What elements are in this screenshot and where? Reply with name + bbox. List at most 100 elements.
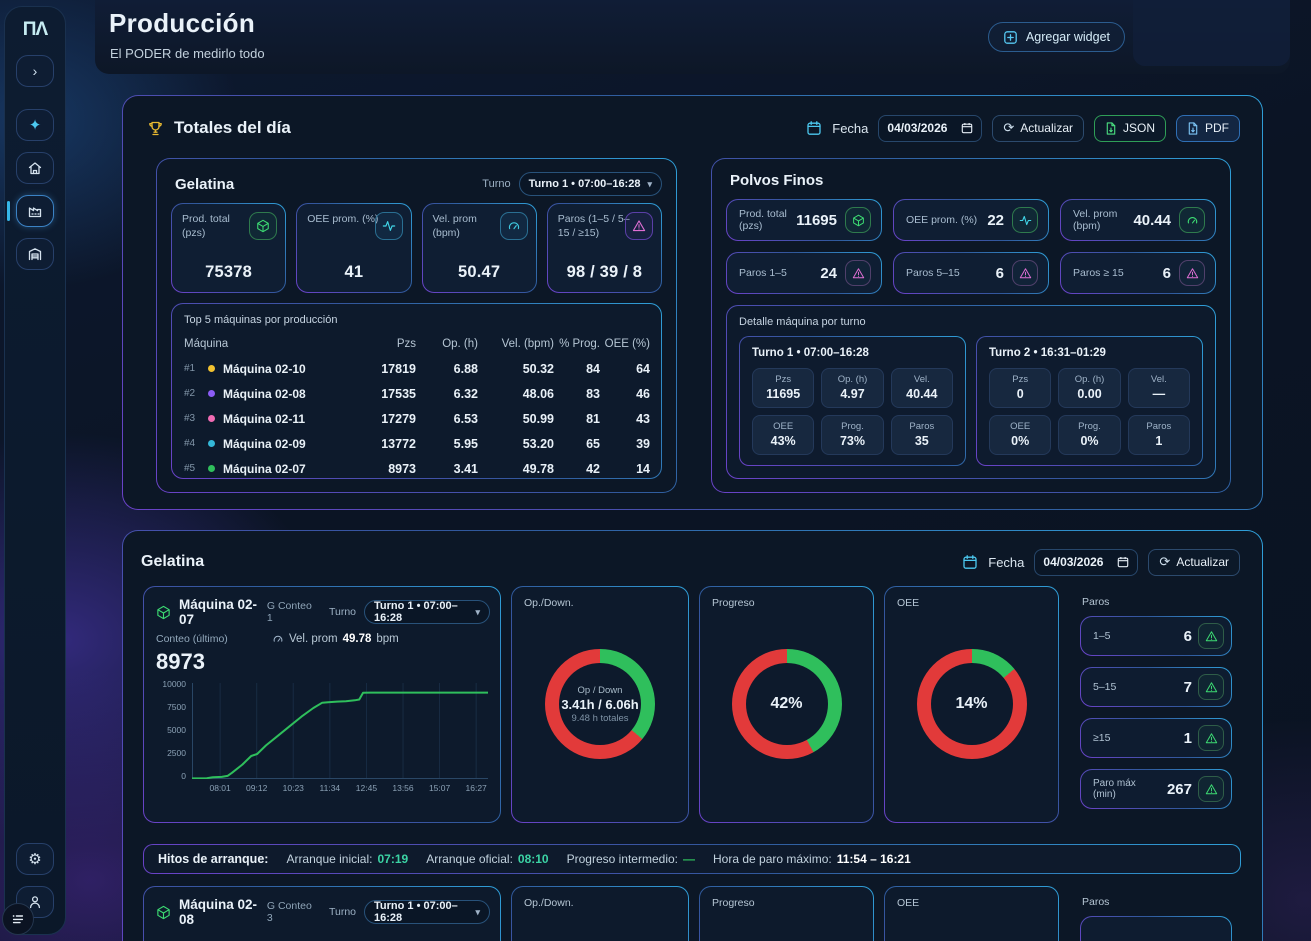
refresh-icon: ⟳ — [1159, 554, 1170, 570]
kpi-oee: OEE prom. (%) 41 — [296, 203, 411, 293]
oee-donut: 14% — [917, 649, 1027, 759]
warning-icon — [1198, 776, 1224, 802]
chart-x-axis: 08:0109:1210:2311:3412:4513:5615:0716:27 — [192, 783, 488, 795]
kpi-vel-prom: Vel. prom (bpm) 50.47 — [422, 203, 537, 293]
machine-name: Máquina 02-07 — [179, 597, 259, 627]
table-row: #4Máquina 02-09 — [184, 431, 342, 456]
hito-arranque-inicial: Arranque inicial: 07:19 — [286, 852, 408, 866]
app-logo: ΠΛ — [23, 19, 47, 41]
json-export-button[interactable]: JSON — [1094, 115, 1166, 142]
factory-icon — [27, 203, 43, 219]
paro-row-15: ≥15 1 — [1080, 718, 1232, 758]
sidebar-item-ai[interactable]: ✦ — [16, 109, 54, 141]
kpi-paros-1-5: Paros 1–5 24 — [726, 252, 882, 294]
turno-select-value: Turno 1 • 07:00–16:28 — [374, 900, 468, 924]
gelatina-panel-title: Gelatina — [141, 553, 204, 571]
oee-card: OEE 14% — [884, 586, 1059, 823]
kpi-paros-5-15: Paros 5–15 6 — [893, 252, 1049, 294]
production-line-chart: 100007500500025000 08:0109:1210:2311:341… — [154, 683, 488, 801]
top5-table-card: Top 5 máquinas por producción Máquina Pz… — [171, 303, 662, 479]
actualizar-label: Actualizar — [1176, 555, 1229, 569]
progreso-card: Progreso 42% — [699, 586, 874, 823]
machine-counter: G Conteo 1 — [267, 600, 313, 624]
turno-select-value: Turno 1 • 07:00–16:28 — [529, 178, 641, 190]
warning-icon — [625, 212, 653, 240]
turno-label: Turno — [482, 178, 510, 190]
sparkles-icon: ✦ — [29, 116, 42, 134]
table-row: #1Máquina 02-10 — [184, 356, 342, 381]
actualizar-button[interactable]: ⟳ Actualizar — [992, 115, 1084, 142]
totales-panel: Totales del día Fecha 04/03/2026 ⟳ — [122, 95, 1263, 510]
paros-card: Paros — [1078, 886, 1234, 941]
table-row: #3Máquina 02-11 — [184, 406, 342, 431]
fecha-label: Fecha — [988, 555, 1024, 570]
gelatina-kpi-row: Prod. total (pzs) 75378 OEE prom. (%) 41 — [171, 203, 662, 293]
turno-select[interactable]: Turno 1 • 07:00–16:28 ▾ — [364, 900, 490, 924]
header-ghost-panel — [1133, 0, 1290, 66]
op-down-card: Op./Down. Op / Down 3.41h / 6.06h 9.48 h… — [511, 586, 689, 823]
gauge-icon — [1179, 207, 1205, 233]
turno-label: Turno — [329, 906, 356, 918]
top5-table: Máquina Pzs Op. (h) Vel. (bpm) % Prog. O… — [184, 331, 649, 481]
hito-progreso-intermedio: Progreso intermedio: — — [567, 852, 695, 866]
file-down-icon — [1105, 122, 1117, 135]
date-input[interactable]: 04/03/2026 — [878, 115, 982, 142]
paro-row-5-15: 5–15 7 — [1080, 667, 1232, 707]
pdf-export-button[interactable]: PDF — [1176, 115, 1240, 142]
sidebar-item-settings[interactable]: ⚙ — [16, 843, 54, 875]
sidebar-collapse-button[interactable]: › — [16, 55, 54, 87]
activity-icon — [375, 212, 403, 240]
vel-prom-label: Vel. prom 49.78 bpm — [272, 633, 399, 645]
detalle-turno-card: Detalle máquina por turno Turno 1 • 07:0… — [726, 305, 1216, 479]
op-down-donut: Op / Down 3.41h / 6.06h 9.48 h totales — [545, 649, 655, 759]
sidebar: ΠΛ › ✦ — [4, 6, 66, 935]
calendar-icon — [806, 120, 822, 136]
kpi-vel-prom: Vel. prom (bpm) 40.44 — [1060, 199, 1216, 241]
machine-row: Máquina 02-08 G Conteo 3 Turno Turno 1 •… — [123, 886, 1262, 941]
table-row: #2Máquina 02-08 — [184, 381, 342, 406]
oee-card: OEE — [884, 886, 1059, 941]
sidebar-item-production[interactable] — [16, 195, 54, 227]
kpi-paros-15: Paros ≥ 15 6 — [1060, 252, 1216, 294]
date-input[interactable]: 04/03/2026 — [1034, 549, 1138, 576]
turno-label: Turno — [329, 606, 356, 618]
machine-card-02-08: Máquina 02-08 G Conteo 3 Turno Turno 1 •… — [143, 886, 501, 941]
sidebar-item-warehouse[interactable] — [16, 238, 54, 270]
pdf-label: PDF — [1205, 121, 1229, 135]
cube-icon — [845, 207, 871, 233]
actualizar-button[interactable]: ⟳ Actualizar — [1148, 549, 1240, 576]
polvos-title: Polvos Finos — [730, 172, 823, 189]
warning-icon — [1198, 674, 1224, 700]
paro-row-1-5: 1–5 6 — [1080, 616, 1232, 656]
series-dot — [208, 365, 215, 372]
turno-2-card: Turno 2 • 16:31–01:29 Pzs0 Op. (h)0.00 V… — [976, 336, 1203, 466]
op-down-card: Op./Down. — [511, 886, 689, 941]
quick-notes-button[interactable] — [2, 903, 34, 935]
sidebar-item-home[interactable] — [16, 152, 54, 184]
warning-icon — [845, 260, 871, 286]
gelatina-totales-card: Gelatina Turno Turno 1 • 07:00–16:28 ▾ P… — [156, 158, 677, 493]
turno-select[interactable]: Turno 1 • 07:00–16:28 ▾ — [364, 600, 490, 624]
cube-icon — [249, 212, 277, 240]
machine-name: Máquina 02-08 — [179, 897, 259, 927]
warning-icon — [1179, 260, 1205, 286]
fecha-label: Fecha — [832, 121, 868, 136]
chevron-down-icon: ▾ — [475, 907, 480, 918]
chevron-right-icon: › — [33, 63, 38, 79]
turno-select[interactable]: Turno 1 • 07:00–16:28 ▾ — [519, 172, 662, 196]
paro-row — [1080, 916, 1232, 941]
page-header: Producción El PODER de medirlo todo Agre… — [95, 0, 1290, 74]
hitos-bar: Hitos de arranque: Arranque inicial: 07:… — [143, 844, 1241, 874]
progreso-card: Progreso — [699, 886, 874, 941]
top5-title: Top 5 máquinas por producción — [184, 314, 649, 326]
detalle-title: Detalle máquina por turno — [739, 316, 1203, 328]
warning-icon — [1198, 725, 1224, 751]
date-value: 04/03/2026 — [887, 121, 955, 135]
turno-select-value: Turno 1 • 07:00–16:28 — [374, 600, 468, 624]
chevron-down-icon: ▾ — [647, 179, 652, 190]
polvos-finos-card: Polvos Finos Prod. total (pzs) 11695 OEE… — [711, 158, 1231, 493]
page-title: Producción — [109, 8, 255, 39]
gauge-icon — [272, 633, 284, 645]
add-widget-button[interactable]: Agregar widget — [988, 22, 1125, 52]
conteo-value: 8973 — [156, 649, 205, 675]
